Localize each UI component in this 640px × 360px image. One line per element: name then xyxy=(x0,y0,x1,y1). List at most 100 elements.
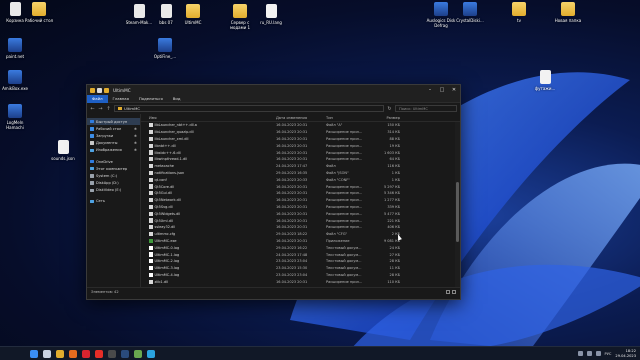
table-row[interactable]: UltimMC-0.log 29.04.2023 16:22 Текстовый д… xyxy=(141,244,460,251)
desktop-icon[interactable]: Новая папка xyxy=(553,2,583,23)
folder-icon[interactable] xyxy=(97,87,102,93)
tab-home[interactable]: Главная xyxy=(108,95,134,103)
opera-icon[interactable] xyxy=(82,349,90,358)
nav-item[interactable]: OneDrive xyxy=(87,158,140,165)
desktop-icon[interactable]: Auslogics Disk Defrag xyxy=(426,2,456,28)
table-row[interactable]: UltimMC-3.log 23.04.2023 15:30 Текстовый д… xyxy=(141,265,460,272)
close-button[interactable]: ✕ xyxy=(448,85,460,95)
file-name: Qt5Svg.dll xyxy=(154,204,173,209)
minimize-button[interactable]: – xyxy=(424,85,436,95)
network-icon[interactable] xyxy=(586,351,592,356)
table-row[interactable]: zlib1.dll 16.04.2023 20:31 Расширение прил… xyxy=(141,278,460,285)
nav-item[interactable]: Документы ✱ xyxy=(87,140,140,147)
desktop-icon[interactable]: AmikBox.exe xyxy=(0,70,30,91)
details-view-icon[interactable] xyxy=(446,289,450,294)
table-row[interactable]: Qt5Xml.dll 16.04.2023 20:31 Расширение при… xyxy=(141,217,460,224)
desktop-icon[interactable]: CrystalDiski... xyxy=(455,2,485,23)
nav-item[interactable]: Сеть xyxy=(87,198,140,205)
table-row[interactable]: notifications.json 29.04.2023 16:35 Файл "… xyxy=(141,170,460,177)
up-arrow-icon[interactable]: ↑ xyxy=(106,106,111,112)
firefox-icon[interactable] xyxy=(69,349,77,358)
desktop-icon[interactable]: LogMeIn Hamachi xyxy=(0,104,30,130)
chevron-up-icon[interactable] xyxy=(577,351,583,356)
column-size[interactable]: Размер xyxy=(366,116,404,120)
desktop-icon[interactable]: OptiFine_... xyxy=(150,38,180,59)
table-row[interactable]: libwinpthread-1.dll 16.04.2023 20:31 Расши… xyxy=(141,156,460,163)
table-row[interactable]: UltimMC-1.log 24.04.2023 17:48 Текстовый д… xyxy=(141,251,460,258)
table-row[interactable]: libLauncher_nbt++.dll.a 16.04.2023 20:31 Ф… xyxy=(141,122,460,129)
file-list[interactable]: Имя Дата изменения Тип Размер libLaunche… xyxy=(141,114,460,287)
nav-item[interactable]: System (C:) xyxy=(87,172,140,179)
desktop-icon[interactable]: UltimMC xyxy=(178,4,208,25)
desktop-icon[interactable]: футажи... xyxy=(530,70,560,91)
clock[interactable]: 18:22 29.04.2023 xyxy=(615,349,636,358)
vertical-scrollbar[interactable] xyxy=(455,122,460,287)
table-row[interactable]: Qt5Widgets.dll 16.04.2023 20:31 Расширение… xyxy=(141,210,460,217)
table-row[interactable]: metacache 24.04.2023 17:47 Файл 116 КБ xyxy=(141,163,460,170)
scrollbar-thumb[interactable] xyxy=(456,182,459,242)
nav-item[interactable]: DiskVideo (E:) xyxy=(87,187,140,194)
refresh-icon[interactable]: ↻ xyxy=(387,106,392,112)
table-row[interactable]: UltimMC-2.log 23.04.2023 23:04 Текстовый д… xyxy=(141,258,460,265)
tab-file[interactable]: Файл xyxy=(87,94,108,103)
table-row[interactable]: qt.conf 16.04.2023 20:33 Файл "CONF" 1 КБ xyxy=(141,176,460,183)
table-row[interactable]: ssleay32.dll 16.04.2023 20:31 Расширение п… xyxy=(141,224,460,231)
navigation-pane[interactable]: Быстрый доступ Рабочий стол ✱ Загрузки ✱ Доку… xyxy=(87,114,141,287)
folder-icon[interactable] xyxy=(104,87,109,93)
tab-share[interactable]: Поделиться xyxy=(134,95,168,103)
application-icon xyxy=(149,238,153,244)
minecraft-icon[interactable] xyxy=(134,349,142,358)
forward-arrow-icon[interactable]: → xyxy=(98,106,103,112)
start-icon[interactable] xyxy=(30,349,38,358)
desktop-icon[interactable]: sounds.json xyxy=(48,140,78,161)
back-arrow-icon[interactable]: ← xyxy=(90,106,95,112)
doc-icon xyxy=(539,70,551,84)
title-bar[interactable]: UltimMC – □ ✕ xyxy=(87,85,460,95)
explorer-window[interactable]: UltimMC – □ ✕ Файл Главная Поделиться Ви… xyxy=(86,84,461,300)
steam-icon[interactable] xyxy=(121,349,129,358)
table-row[interactable]: libstdc++-6.dll 16.04.2023 20:31 Расширени… xyxy=(141,149,460,156)
desktop-icon[interactable]: Рабочий стол xyxy=(24,2,54,23)
table-row[interactable]: ultimmc.cfg 29.04.2023 18:22 Файл "CFG" 2 К… xyxy=(141,231,460,238)
desktop-icon[interactable]: paint.net xyxy=(0,38,30,59)
desktop-icon[interactable]: ru_RU.lang xyxy=(256,4,286,25)
column-name[interactable]: Имя xyxy=(141,116,276,120)
explorer-icon[interactable] xyxy=(56,349,64,358)
drive-icon xyxy=(90,174,94,178)
nav-item[interactable]: Быстрый доступ xyxy=(87,118,140,126)
volume-icon[interactable] xyxy=(595,351,601,356)
file-name-cell: Qt5Gui.dll xyxy=(141,191,276,196)
maximize-button[interactable]: □ xyxy=(436,85,448,95)
language-indicator[interactable]: РУС xyxy=(605,352,612,356)
table-row[interactable]: Qt5Gui.dll 16.04.2023 20:31 Расширение при… xyxy=(141,190,460,197)
desktop-icon[interactable]: bbs 07 xyxy=(151,4,181,25)
table-row[interactable]: libLauncher_xml.dll 16.04.2023 20:31 Расши… xyxy=(141,136,460,143)
column-type[interactable]: Тип xyxy=(326,116,366,120)
desktop-icon[interactable]: Сервер с модами 1 xyxy=(225,4,255,30)
column-date[interactable]: Дата изменения xyxy=(276,116,326,120)
tiles-view-icon[interactable] xyxy=(452,289,456,294)
desktop-icon[interactable]: Steam-Mak... xyxy=(124,4,154,25)
table-row[interactable]: libLauncher_quazip.dll 16.04.2023 20:31 Ра… xyxy=(141,129,460,136)
nav-item[interactable]: Загрузки ✱ xyxy=(87,132,140,139)
table-row[interactable]: Qt5Core.dll 16.04.2023 20:31 Расширение пр… xyxy=(141,183,460,190)
nav-item[interactable]: DiskApp (D:) xyxy=(87,180,140,187)
file-name-cell: UltimMC.exe xyxy=(141,238,276,244)
tab-view[interactable]: Вид xyxy=(168,95,186,103)
nav-item[interactable]: Изображения ✱ xyxy=(87,147,140,154)
youtube-icon[interactable] xyxy=(95,349,103,358)
search-icon[interactable] xyxy=(43,349,51,358)
table-row[interactable]: Qt5Svg.dll 16.04.2023 20:31 Расширение при… xyxy=(141,204,460,211)
search-input[interactable]: Поиск: UltimMC xyxy=(395,105,457,112)
table-row[interactable]: UltimMC.exe 16.04.2023 20:31 Приложение 9 0… xyxy=(141,238,460,245)
address-path[interactable]: UltimMC xyxy=(114,105,384,112)
nav-item[interactable]: Этот компьютер xyxy=(87,165,140,172)
table-row[interactable]: UltimMC-4.log 23.04.2023 23:04 Текстовый д… xyxy=(141,272,460,279)
table-row[interactable]: libnbt++.dll 16.04.2023 20:31 Расширение п… xyxy=(141,142,460,149)
desktop-icon[interactable]: tv xyxy=(504,2,534,23)
telegram-icon[interactable] xyxy=(147,349,155,358)
nav-item-label: Рабочий стол xyxy=(96,126,122,131)
nav-item[interactable]: Рабочий стол ✱ xyxy=(87,125,140,132)
table-row[interactable]: Qt5Network.dll 16.04.2023 20:31 Расширение… xyxy=(141,197,460,204)
obs-icon[interactable] xyxy=(108,349,116,358)
